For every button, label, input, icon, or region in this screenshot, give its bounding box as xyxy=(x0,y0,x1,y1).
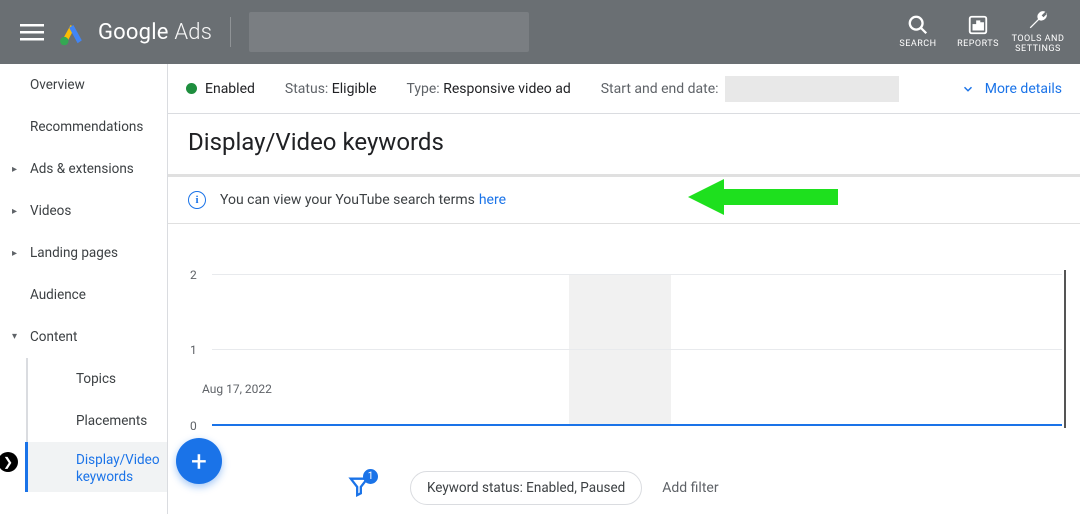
more-details-link[interactable]: More details xyxy=(961,81,1062,97)
reports-button[interactable]: REPORTS xyxy=(948,14,1008,50)
info-notice: i You can view your YouTube search terms… xyxy=(168,177,1080,224)
ytick-1: 1 xyxy=(190,343,197,357)
caret-down-icon: ▾ xyxy=(12,331,17,342)
chevron-down-icon xyxy=(961,82,975,96)
nav-placements[interactable]: Placements xyxy=(26,400,167,442)
main-content: Enabled Status: Eligible Type: Responsiv… xyxy=(168,64,1080,514)
brand-primary: Google xyxy=(98,20,169,45)
nav-overview[interactable]: Overview xyxy=(0,64,167,106)
menu-icon[interactable] xyxy=(20,20,44,44)
chevron-right-icon[interactable]: ❯ xyxy=(0,452,18,472)
nav-display-video-keywords[interactable]: Display/Video keywords xyxy=(25,442,167,492)
reports-icon xyxy=(967,14,989,36)
nav-topics[interactable]: Topics xyxy=(26,358,167,400)
x-start-label: Aug 17, 2022 xyxy=(202,382,272,396)
search-icon xyxy=(907,14,929,36)
status-dates: Start and end date: xyxy=(601,76,899,102)
nav-content[interactable]: ▾Content xyxy=(0,316,167,358)
caret-right-icon: ▸ xyxy=(12,248,17,259)
brand-secondary: Ads xyxy=(174,20,212,45)
header-divider xyxy=(230,17,231,47)
add-filter-button[interactable]: Add filter xyxy=(662,480,718,496)
filter-toolbar: 1 Keyword status: Enabled, Paused Add fi… xyxy=(168,462,1080,514)
nav-audience[interactable]: Audience xyxy=(0,274,167,316)
brand-text: Google Ads xyxy=(98,20,212,45)
nav-recommendations[interactable]: Recommendations xyxy=(0,106,167,148)
chart: 2 1 0 Aug 17, 2022 xyxy=(168,224,1080,439)
ytick-2: 2 xyxy=(190,268,197,282)
sidebar-nav: Overview Recommendations ▸Ads & extensio… xyxy=(0,64,168,514)
notice-text: You can view your YouTube search terms xyxy=(220,192,475,208)
annotation-arrow-icon xyxy=(688,177,838,221)
notice-link[interactable]: here xyxy=(479,192,506,208)
chart-right-edge xyxy=(1064,270,1066,428)
caret-right-icon: ▸ xyxy=(12,164,17,175)
ytick-0: 0 xyxy=(190,419,197,433)
filter-button[interactable]: 1 xyxy=(348,475,370,501)
filter-count-badge: 1 xyxy=(363,469,378,484)
status-type: Type: Responsive video ad xyxy=(407,81,571,97)
status-enabled: Enabled xyxy=(205,81,255,97)
nav-ads-extensions[interactable]: ▸Ads & extensions xyxy=(0,148,167,190)
app-header: Google Ads SEARCH REPORTS TOOLS AND SETT… xyxy=(0,0,1080,64)
nav-videos[interactable]: ▸Videos xyxy=(0,190,167,232)
tools-settings-button[interactable]: TOOLS AND SETTINGS xyxy=(1008,9,1068,55)
search-button[interactable]: SEARCH xyxy=(888,14,948,50)
nav-landing-pages[interactable]: ▸Landing pages xyxy=(0,232,167,274)
status-filter-chip[interactable]: Keyword status: Enabled, Paused xyxy=(410,471,642,505)
dates-redacted xyxy=(725,76,899,102)
google-ads-logo-icon xyxy=(58,18,86,46)
account-selector-redacted[interactable] xyxy=(249,12,529,52)
status-bar: Enabled Status: Eligible Type: Responsiv… xyxy=(168,64,1080,114)
enabled-dot-icon xyxy=(186,83,197,94)
caret-right-icon: ▸ xyxy=(12,206,17,217)
status-eligibility: Status: Eligible xyxy=(285,81,377,97)
wrench-icon xyxy=(1027,9,1049,31)
info-icon: i xyxy=(188,191,206,209)
page-title: Display/Video keywords xyxy=(168,114,1080,174)
